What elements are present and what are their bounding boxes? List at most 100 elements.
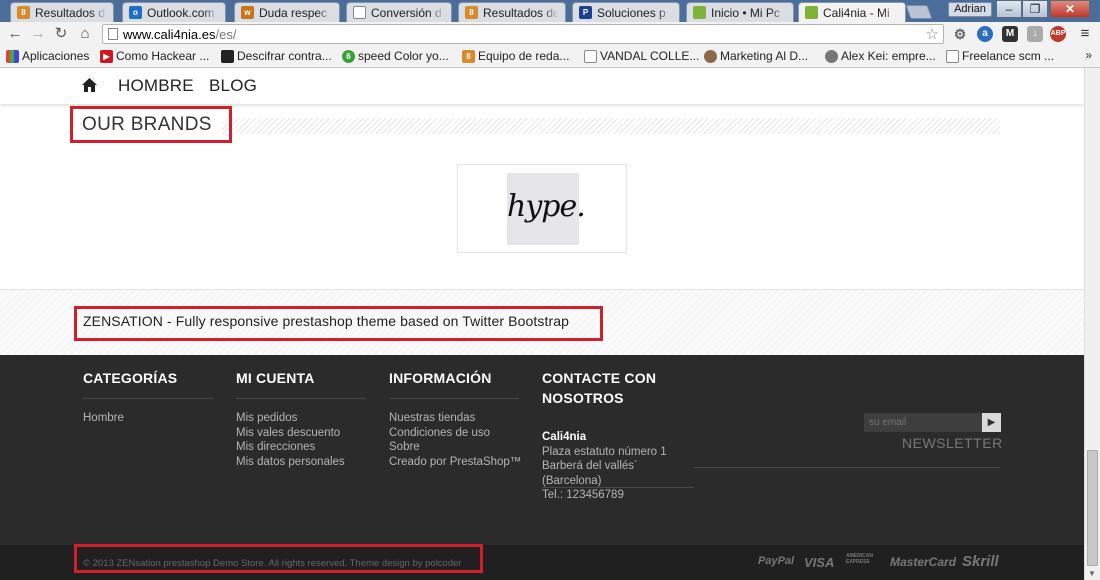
bookmark-label: speed Color yo... xyxy=(358,49,449,63)
tab-favicon-icon xyxy=(805,6,818,19)
visa-logo: VISA xyxy=(804,555,835,570)
maximize-icon[interactable]: ❐ xyxy=(1022,0,1048,18)
more-bookmarks-button[interactable]: » xyxy=(1085,48,1092,62)
highlight-box xyxy=(74,544,483,573)
bookmark-star-icon[interactable]: ☆ xyxy=(926,25,939,43)
page-scrollbar[interactable]: ▼ xyxy=(1084,68,1100,580)
bookmark-label: Marketing Al D... xyxy=(720,49,809,63)
footer-link[interactable]: Mis pedidos xyxy=(236,411,297,426)
browser-toolbar: ← → ↻ ⌂ www.cali4nia.es/es/ ☆ ⚙ a M ↓ AB… xyxy=(0,22,1100,46)
nav-link-blog[interactable]: BLOG xyxy=(209,76,257,96)
bookmark-label: Descifrar contra... xyxy=(237,49,332,63)
bookmark-item[interactable]: Alex Kei: empre... xyxy=(825,49,936,63)
nav-link-hombre[interactable]: HOMBRE xyxy=(118,76,194,96)
contact-line: Barberá del vallés´ xyxy=(542,460,638,472)
apps-grid-icon xyxy=(6,50,19,63)
browser-tab[interactable]: Inicio • Mi Pc xyxy=(686,2,794,22)
browser-tab[interactable]: Conversión d xyxy=(346,2,452,22)
footer-link[interactable]: Mis direcciones xyxy=(236,440,315,455)
contact-info: Cali4nia Plaza estatuto número 1 Barberá… xyxy=(542,430,667,503)
tab-favicon-icon: P xyxy=(579,6,592,19)
browser-tab-active[interactable]: Cali4nia - Mi xyxy=(798,2,906,22)
page-icon xyxy=(584,50,597,63)
profile-badge[interactable]: Adrian xyxy=(948,2,992,17)
forward-arrow-icon[interactable]: → xyxy=(29,25,47,43)
back-arrow-icon[interactable]: ← xyxy=(6,25,24,43)
avatar-icon xyxy=(825,50,838,63)
bookmark-item[interactable]: ▶ Como Hackear ... xyxy=(100,49,209,63)
footer-link[interactable]: Creado por PrestaShop™ xyxy=(389,455,521,470)
tab-favicon-icon xyxy=(353,6,366,19)
bookmark-item[interactable]: Marketing Al D... xyxy=(704,49,808,63)
page-icon xyxy=(108,28,118,40)
brand-logo-hype: hype. xyxy=(507,173,586,245)
page-icon xyxy=(946,50,959,63)
home-browser-icon[interactable]: ⌂ xyxy=(76,25,94,43)
site-favicon-icon xyxy=(221,50,234,63)
footer-link[interactable]: Nuestras tiendas xyxy=(389,411,475,426)
extension-a-icon[interactable]: a xyxy=(977,26,993,42)
address-bar[interactable]: www.cali4nia.es/es/ ☆ xyxy=(102,24,944,44)
newsletter-email-input[interactable] xyxy=(864,413,982,432)
bookmark-label: VANDAL COLLE... xyxy=(600,49,700,63)
reload-icon[interactable]: ↻ xyxy=(52,25,70,43)
browser-tab[interactable]: 8 Resultados de xyxy=(10,2,114,22)
new-tab-button[interactable] xyxy=(905,5,933,19)
contact-line: (Barcelona) xyxy=(542,474,602,487)
tab-label: Inicio • Mi Pc xyxy=(711,6,780,20)
bookmark-item[interactable]: Descifrar contra... xyxy=(221,49,332,63)
brand-card[interactable]: hype. xyxy=(457,164,627,253)
tab-favicon-icon: w xyxy=(241,6,254,19)
adblock-icon[interactable]: ABP xyxy=(1050,26,1066,42)
site-footer: CATEGORÍAS Hombre MI CUENTA Mis pedidos … xyxy=(0,355,1084,545)
browser-tab[interactable]: 8 Resultados de xyxy=(458,2,566,22)
footer-link[interactable]: Hombre xyxy=(83,411,124,426)
bookmark-label: Aplicaciones xyxy=(22,49,90,63)
newsletter-submit-button[interactable]: ▶ xyxy=(982,413,1001,432)
footer-link[interactable]: Sobre xyxy=(389,440,420,455)
browser-tab[interactable]: P Soluciones p xyxy=(572,2,680,22)
site-favicon-icon: 8 xyxy=(462,50,475,63)
skrill-logo: Skrill xyxy=(962,553,999,570)
bookmark-item[interactable]: Freelance scm ... xyxy=(946,49,1054,63)
highlight-box xyxy=(70,106,232,143)
footer-link[interactable]: Mis datos personales xyxy=(236,455,345,470)
scrollbar-thumb[interactable] xyxy=(1087,450,1098,566)
minimize-icon[interactable]: – xyxy=(996,0,1022,18)
home-icon[interactable] xyxy=(82,78,97,92)
bookmark-item[interactable]: 8 Equipo de reda... xyxy=(462,49,569,63)
footer-link[interactable]: Mis vales descuento xyxy=(236,426,340,441)
bookmark-item[interactable]: 6 speed Color yo... xyxy=(342,49,449,63)
page-viewport: HOMBRE BLOG OUR BRANDS hype. ZENSATION -… xyxy=(0,68,1084,580)
paypal-logo: PayPal xyxy=(758,555,795,567)
bookmark-label: Freelance scm ... xyxy=(962,49,1055,63)
url-host: www.cali4nia.es xyxy=(123,27,216,42)
bookmark-item[interactable]: VANDAL COLLE... xyxy=(584,49,699,63)
menu-hamburger-icon[interactable]: ≡ xyxy=(1077,26,1093,42)
browser-tab[interactable]: w Duda respec xyxy=(234,2,340,22)
browser-tab-strip: 8 Resultados de o Outlook.com w Duda res… xyxy=(0,0,1100,22)
tab-favicon-icon: 8 xyxy=(17,6,30,19)
browser-tab[interactable]: o Outlook.com xyxy=(122,2,226,22)
extension-m-icon[interactable]: M xyxy=(1002,26,1018,42)
amex-logo: AMERICAN EXPRESS xyxy=(846,553,873,565)
footer-title-categorias: CATEGORÍAS xyxy=(83,370,178,386)
contact-line: Plaza estatuto número 1 xyxy=(542,445,667,458)
bookmarks-bar: Aplicaciones ▶ Como Hackear ... Descifra… xyxy=(0,46,1100,68)
footer-title-informacion: INFORMACIÓN xyxy=(389,370,492,386)
download-extension-icon[interactable]: ↓ xyxy=(1027,26,1043,42)
bookmark-apps[interactable]: Aplicaciones xyxy=(6,49,89,63)
speed-icon: 6 xyxy=(342,50,355,63)
youtube-icon: ▶ xyxy=(100,50,113,63)
url-path: /es/ xyxy=(215,27,237,42)
tab-favicon-icon xyxy=(693,6,706,19)
settings-gear-icon[interactable]: ⚙ xyxy=(952,26,968,42)
newsletter-label: NEWSLETTER xyxy=(902,435,1003,451)
bookmark-label: Equipo de reda... xyxy=(478,49,570,63)
footer-title-mi-cuenta: MI CUENTA xyxy=(236,370,315,386)
close-window-icon[interactable]: ✕ xyxy=(1050,0,1090,18)
footer-link[interactable]: Condiciones de uso xyxy=(389,426,490,441)
tab-label: Cali4nia - Mi xyxy=(823,6,890,20)
contact-line: Tel.: 123456789 xyxy=(542,489,624,501)
scroll-down-arrow-icon[interactable]: ▼ xyxy=(1088,569,1096,578)
